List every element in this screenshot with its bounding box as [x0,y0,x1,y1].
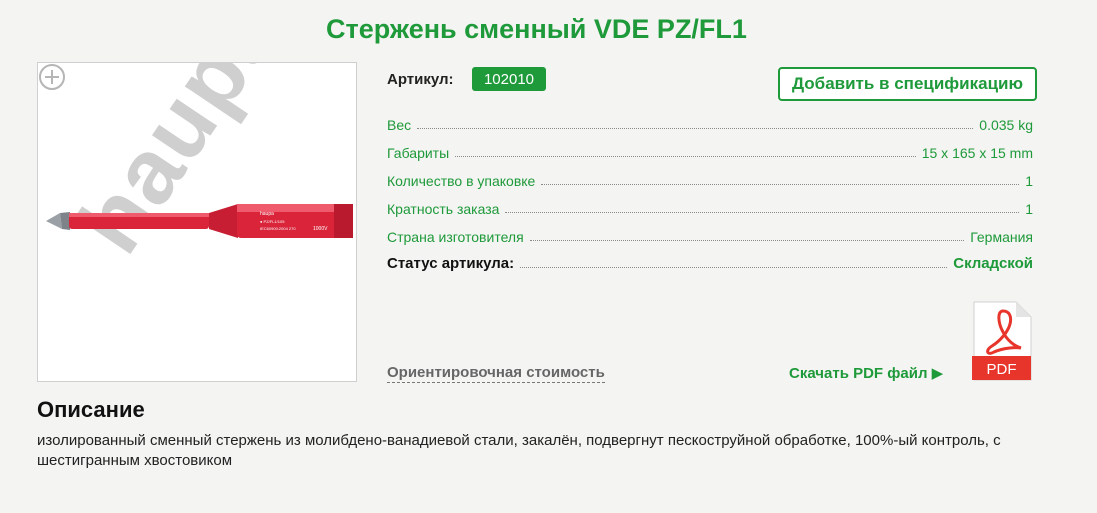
spec-row-country: Страна изготовителя Германия [387,225,1033,245]
spec-value: 0.035 kg [979,117,1033,133]
svg-text:haupa: haupa [260,211,274,217]
spec-label: Габариты [387,145,450,161]
description-text: изолированный сменный стержень из молибд… [37,432,1001,469]
spec-row-status: Статус артикула: Складской [387,252,1033,272]
dotted-leader [520,267,948,268]
product-image[interactable]: haupa haupa ● PZ/FL1/105 IEC60900:2004 2… [37,62,357,382]
dotted-leader [455,156,916,157]
spec-row-dimensions: Габариты 15 x 165 x 15 mm [387,141,1033,161]
svg-text:IEC60900:2004 270: IEC60900:2004 270 [260,226,296,231]
svg-text:● PZ/FL1/105: ● PZ/FL1/105 [260,219,285,224]
zoom-icon[interactable] [38,63,66,91]
status-label: Статус артикула: [387,255,515,272]
approximate-cost-link[interactable]: Ориентировочная стоимость [387,364,605,383]
download-pdf-link[interactable]: Скачать PDF файл ▶ [789,364,943,382]
sku-label: Артикул: [387,71,454,88]
pdf-file-icon[interactable]: PDF [970,301,1032,381]
spec-label: Кратность заказа [387,201,500,217]
spec-value: 1 [1025,173,1033,189]
screwdriver-bit-image: haupa ● PZ/FL1/105 IEC60900:2004 270 100… [46,204,353,238]
add-to-specification-button[interactable]: Добавить в спецификацию [778,67,1037,101]
status-value: Складской [953,255,1033,272]
description-heading: Описание [37,397,145,422]
spec-value: 1 [1025,201,1033,217]
dotted-leader [417,128,974,129]
spec-label: Вес [387,117,412,133]
dotted-leader [505,212,1020,213]
sku-badge: 102010 [472,67,546,91]
spec-row-weight: Вес 0.035 kg [387,113,1033,133]
svg-text:1000V: 1000V [313,226,328,232]
dotted-leader [529,240,965,241]
spec-value: Германия [970,229,1033,245]
svg-text:PDF: PDF [987,361,1017,378]
spec-label: Страна изготовителя [387,229,524,245]
page-title: Стержень сменный VDE PZ/FL1 [326,14,747,44]
spec-label: Количество в упаковке [387,173,536,189]
dotted-leader [541,184,1020,185]
spec-row-pack-quantity: Количество в упаковке 1 [387,169,1033,189]
spec-value: 15 x 165 x 15 mm [921,145,1033,161]
spec-row-order-multiple: Кратность заказа 1 [387,197,1033,217]
